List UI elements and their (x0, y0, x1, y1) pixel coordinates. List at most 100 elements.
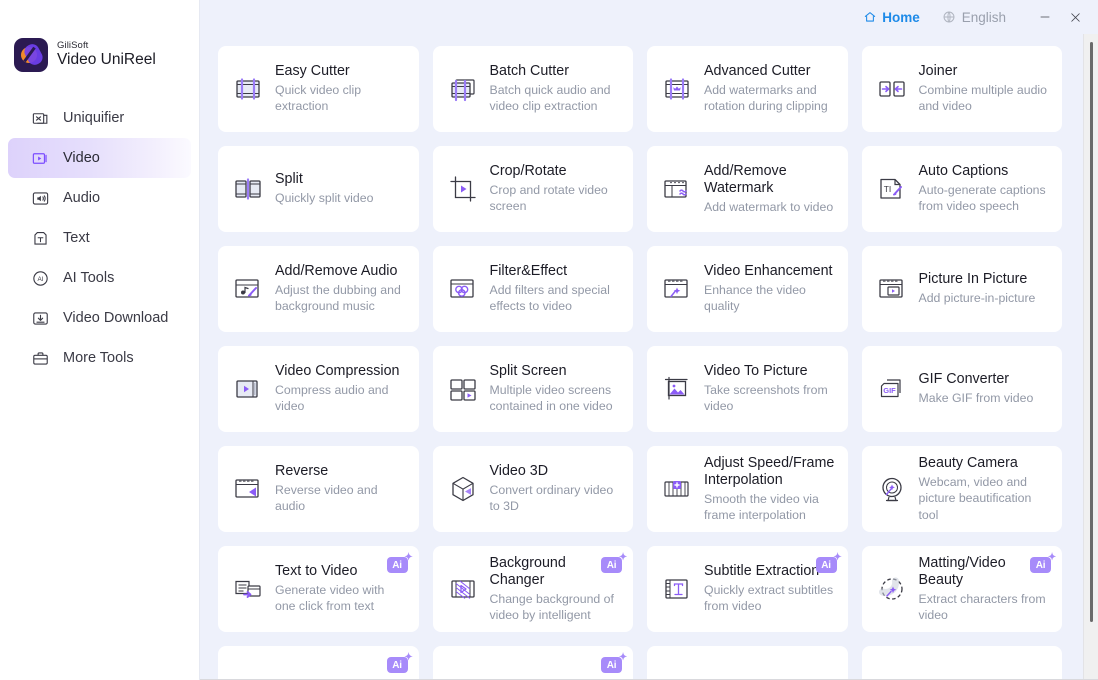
tool-card-desc: Take screenshots from video (704, 383, 828, 414)
tool-card-desc: Convert ordinary video to 3D (489, 483, 614, 514)
tool-card-joiner[interactable]: Joiner Combine multiple audio and video (861, 46, 1062, 132)
cube-icon (451, 476, 474, 502)
language-button[interactable]: English (942, 10, 1006, 25)
globe-icon (943, 11, 955, 23)
tool-card-desc: Webcam, video and picture beautification… (918, 474, 1032, 522)
tool-card-desc: Auto-generate captions from video speech (918, 183, 1046, 214)
tool-card-partial-3[interactable] (647, 646, 848, 680)
tool-card-desc: Quickly split video (275, 191, 374, 206)
tool-card-video-3d[interactable]: Video 3D Convert ordinary video to 3D (432, 446, 633, 532)
tool-grid: Easy Cutter Quick video clip extraction … (218, 46, 1062, 680)
tool-card-beauty-camera[interactable]: Beauty Camera Webcam, video and picture … (861, 446, 1062, 532)
join-arrows-icon (878, 81, 905, 97)
sidebar-nav: Uniquifier Video Audio Text AI AI Tools … (0, 98, 199, 378)
text-icon (34, 231, 47, 245)
beauty-camera-icon (881, 477, 902, 502)
tool-card-title: Video To Picture (704, 363, 808, 380)
watermark-icon (664, 180, 687, 198)
tool-card-easy-cutter[interactable]: Easy Cutter Quick video clip extraction (218, 46, 419, 132)
sparkle-icon: ✦ (833, 552, 842, 563)
tool-card-title: Split Screen (489, 363, 567, 380)
tool-grid-scroll-area: Easy Cutter Quick video clip extraction … (200, 34, 1098, 680)
close-button[interactable] (1062, 4, 1088, 30)
ai-badge-label: Ai (392, 559, 402, 571)
sparkle-icon: ✦ (618, 652, 627, 663)
tool-card-gif-converter[interactable]: GIF GIF Converter Make GIF from video (861, 346, 1062, 432)
sidebar-item-text[interactable]: Text (8, 218, 191, 258)
ai-badge: Ai ✦ (601, 653, 627, 673)
tool-card-add-remove-audio[interactable]: Add/Remove Audio Adjust the dubbing and … (218, 246, 419, 332)
sidebar-item-uniquifier[interactable]: Uniquifier (8, 98, 191, 138)
svg-text:AI: AI (38, 276, 44, 283)
sidebar-item-audio[interactable]: Audio (8, 178, 191, 218)
tool-card-desc: Add watermarks and rotation during clipp… (704, 83, 828, 114)
tool-card-reverse[interactable]: Reverse Reverse video and audio (218, 446, 419, 532)
image-frame-icon (664, 376, 688, 400)
scrollbar-thumb[interactable] (1090, 42, 1093, 622)
tool-card-video-to-picture[interactable]: Video To Picture Take screenshots from v… (647, 346, 848, 432)
minimize-button[interactable] (1032, 4, 1058, 30)
language-label: English (961, 9, 1006, 25)
sidebar-item-ai-tools[interactable]: AI AI Tools (8, 258, 191, 298)
ai-tools-icon: AI (33, 270, 48, 286)
tool-card-partial-2[interactable]: Ai ✦ (432, 646, 633, 680)
tool-card-title: Crop/Rotate (489, 163, 567, 180)
tool-card-batch-cutter[interactable]: Batch Cutter Batch quick audio and video… (432, 46, 633, 132)
tool-card-partial-1[interactable]: Ai ✦ (218, 646, 419, 680)
tool-card-desc: Add watermark to video (704, 199, 834, 214)
film-stack-crop-icon (450, 79, 475, 102)
tool-card-adjust-speed-frame-interpolation[interactable]: Adjust Speed/Frame Interpolation Smooth … (647, 446, 848, 532)
sidebar-item-video-download[interactable]: Video Download (8, 298, 191, 338)
tool-card-desc: Compress audio and video (275, 383, 389, 414)
tool-card-desc: Add filters and special effects to video (489, 283, 610, 314)
svg-text:TI: TI (883, 184, 891, 194)
tool-card-split[interactable]: Split Quickly split video (218, 146, 419, 232)
main-panel: Home English Easy Cutter Quick video cli… (200, 0, 1098, 680)
tool-card-desc: Combine multiple audio and video (918, 83, 1048, 114)
video-download-icon (33, 311, 48, 325)
matting-icon (878, 577, 903, 600)
tool-card-subtitle-extraction[interactable]: Subtitle Extraction Quickly extract subt… (647, 546, 848, 632)
sparkle-icon: ✦ (404, 552, 413, 563)
sidebar-item-label: AI Tools (63, 270, 115, 286)
ai-badge-label: Ai (392, 659, 402, 671)
sparkle-icon: ✦ (618, 552, 627, 563)
more-tools-icon (33, 351, 48, 365)
sidebar-item-more-tools[interactable]: More Tools (8, 338, 191, 378)
tool-card-title: Add/Remove Watermark (704, 162, 787, 196)
tool-card-filter-effect[interactable]: Filter&Effect Add filters and special ef… (432, 246, 633, 332)
tool-card-video-compression[interactable]: Video Compression Compress audio and vid… (218, 346, 419, 432)
tool-card-desc: Generate video with one click from text (275, 583, 385, 614)
background-changer-icon (450, 580, 475, 599)
ai-badge: Ai ✦ (386, 553, 413, 573)
tool-card-partial-4[interactable] (861, 646, 1062, 680)
tool-card-add-remove-watermark[interactable]: Add/Remove Watermark Add watermark to vi… (647, 146, 848, 232)
tool-card-desc: Reverse video and audio (275, 483, 378, 514)
brand-product: Video UniReel (57, 51, 156, 69)
tool-card-matting-video-beauty[interactable]: Matting/Video Beauty Extract characters … (861, 546, 1062, 632)
home-button[interactable]: Home (863, 10, 920, 25)
audio-icon (32, 191, 49, 205)
tool-card-title: Video Compression (275, 363, 400, 380)
tool-card-picture-in-picture[interactable]: Picture In Picture Add picture-in-pictur… (861, 246, 1062, 332)
tool-card-advanced-cutter[interactable]: Advanced Cutter Add watermarks and rotat… (647, 46, 848, 132)
tool-card-title: Advanced Cutter (704, 63, 811, 80)
text-to-video-icon (235, 580, 261, 598)
tool-card-background-changer[interactable]: Background Changer Change background of … (432, 546, 633, 632)
tool-card-auto-captions[interactable]: TI Auto Captions Auto-generate captions … (861, 146, 1062, 232)
tool-card-title: Picture In Picture (918, 271, 1028, 288)
enhance-wand-icon (664, 279, 688, 298)
ai-badge: Ai ✦ (1030, 553, 1056, 573)
vertical-scrollbar[interactable] (1083, 34, 1098, 680)
tool-card-title: GIF Converter (918, 371, 1010, 388)
crop-play-icon (449, 176, 476, 202)
tool-card-text-to-video[interactable]: Text to Video Generate video with one cl… (218, 546, 419, 632)
tool-card-crop-rotate[interactable]: Crop/Rotate Crop and rotate video screen (432, 146, 633, 232)
tool-card-desc: Change background of video by intelligen… (489, 591, 614, 622)
minimize-icon (1040, 16, 1050, 18)
tool-card-title: Video Enhancement (704, 263, 833, 280)
tool-card-video-enhancement[interactable]: Video Enhancement Enhance the video qual… (647, 246, 848, 332)
tool-card-split-screen[interactable]: Split Screen Multiple video screens cont… (432, 346, 633, 432)
ai-badge-label: Ai (606, 559, 617, 571)
sidebar-item-video[interactable]: Video (8, 138, 191, 178)
